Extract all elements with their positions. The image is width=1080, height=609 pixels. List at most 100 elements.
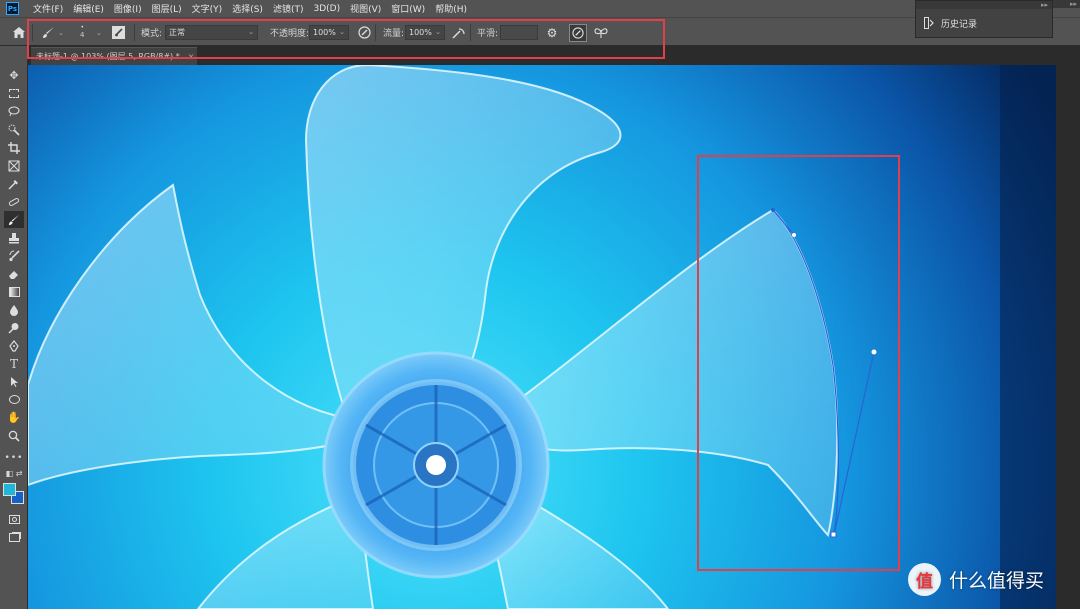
lasso-tool[interactable] <box>4 103 24 120</box>
brush-size-value: 4 <box>80 31 85 39</box>
dodge-tool[interactable] <box>4 319 24 336</box>
menu-file[interactable]: 文件(F) <box>28 2 68 15</box>
blur-tool[interactable] <box>4 301 24 318</box>
marquee-icon <box>9 89 19 98</box>
menu-select[interactable]: 选择(S) <box>227 2 268 15</box>
watermark-badge-text: 值 <box>916 572 933 592</box>
healing-icon <box>8 197 20 206</box>
hand-icon: ✋ <box>7 411 21 424</box>
clone-stamp-tool[interactable] <box>4 229 24 246</box>
pen-icon <box>9 339 19 352</box>
mode-select[interactable]: 正常 ⌄ <box>165 25 258 40</box>
quick-selection-tool[interactable] <box>4 121 24 138</box>
canvas-pasteboard <box>1056 65 1080 609</box>
smoothing-options-button[interactable]: ⚙ <box>544 18 560 47</box>
type-tool[interactable]: T <box>4 355 24 372</box>
marquee-tool[interactable] <box>4 85 24 102</box>
history-brush-tool[interactable] <box>4 247 24 264</box>
screen-mode-button[interactable] <box>4 529 24 546</box>
pressure-opacity-toggle[interactable] <box>356 18 372 47</box>
symmetry-button[interactable] <box>593 18 609 47</box>
chevron-down-icon: ⌄ <box>58 28 64 37</box>
default-colors-button[interactable]: ◧ ⇄ <box>4 467 24 479</box>
panel-dock-strip[interactable]: ▸▸ <box>1053 0 1080 8</box>
chevron-down-icon: ⌄ <box>435 28 441 36</box>
menu-type[interactable]: 文字(Y) <box>187 2 228 15</box>
brush-size-picker[interactable]: • 4 <box>80 18 84 47</box>
shape-tool[interactable] <box>4 391 24 408</box>
blur-icon <box>10 304 18 316</box>
pressure-pen-icon <box>356 25 372 41</box>
eyedropper-icon <box>8 179 18 189</box>
screen-mode-icon <box>8 533 20 542</box>
shape-icon <box>8 395 20 404</box>
edit-toolbar-button[interactable]: ••• <box>4 449 24 466</box>
pen-tool[interactable] <box>4 337 24 354</box>
gear-icon: ⚙ <box>546 25 558 40</box>
document-tab-title: 未标题-1 @ 103% (图层 5, RGB/8#) * <box>36 52 180 61</box>
color-swatches[interactable] <box>3 483 25 505</box>
frame-tool[interactable] <box>4 157 24 174</box>
menu-help[interactable]: 帮助(H) <box>430 2 472 15</box>
menu-window[interactable]: 窗口(W) <box>386 2 430 15</box>
type-icon: T <box>9 356 18 371</box>
move-tool[interactable]: ✥ <box>4 67 24 84</box>
menu-layer[interactable]: 图层(L) <box>147 2 187 15</box>
crop-tool[interactable] <box>4 139 24 156</box>
gradient-tool[interactable] <box>4 283 24 300</box>
close-tab-icon[interactable]: × <box>188 52 195 61</box>
hand-tool[interactable]: ✋ <box>4 409 24 426</box>
path-selection-tool[interactable] <box>4 373 24 390</box>
zoom-tool[interactable] <box>4 427 24 444</box>
anchor-point-top <box>771 208 775 212</box>
chevron-down-icon: ⌄ <box>339 28 345 36</box>
quick-mask-button[interactable] <box>4 511 24 528</box>
brush-icon <box>8 214 20 225</box>
mode-label: 模式: <box>141 29 163 39</box>
brush-settings-toggle[interactable] <box>112 18 125 47</box>
stamp-icon <box>9 232 19 243</box>
brush-panel-icon <box>112 26 125 39</box>
history-tab[interactable]: 历史记录 <box>916 9 1052 37</box>
menu-view[interactable]: 视图(V) <box>345 2 386 15</box>
panel-collapse-button[interactable]: ▸▸ <box>916 1 1052 9</box>
pressure-size-toggle[interactable] <box>569 18 587 47</box>
history-icon <box>924 17 934 29</box>
chevron-down-icon[interactable]: ⌄ <box>96 29 102 37</box>
flow-value: 100% <box>409 28 432 37</box>
home-icon <box>11 25 27 41</box>
healing-brush-tool[interactable] <box>4 193 24 210</box>
lasso-icon <box>8 106 20 117</box>
document-canvas[interactable] <box>28 65 1056 609</box>
flow-input[interactable]: 100% ⌄ <box>405 25 445 40</box>
swap-colors-icon: ◧ ⇄ <box>5 468 23 478</box>
photoshop-logo: Ps <box>6 2 19 15</box>
anchor-point <box>830 531 837 538</box>
history-brush-icon <box>9 249 20 261</box>
history-tab-label: 历史记录 <box>941 19 978 30</box>
opacity-label: 不透明度: <box>270 29 310 39</box>
watermark: 值 什么值得买 <box>908 563 1044 596</box>
menu-edit[interactable]: 编辑(E) <box>68 2 109 15</box>
menu-3d[interactable]: 3D(D) <box>308 4 345 14</box>
fan-photo <box>28 65 1056 609</box>
pressure-size-icon <box>569 23 587 42</box>
smoothing-input[interactable] <box>500 25 538 40</box>
eraser-tool[interactable] <box>4 265 24 282</box>
path-select-icon <box>11 376 18 387</box>
opacity-value: 100% <box>313 28 336 37</box>
opacity-input[interactable]: 100% ⌄ <box>309 25 349 40</box>
home-button[interactable] <box>11 18 27 47</box>
flow-label: 流量: <box>383 29 405 39</box>
eraser-icon <box>9 270 18 279</box>
watermark-text: 什么值得买 <box>949 570 1045 592</box>
airbrush-toggle[interactable] <box>451 18 467 47</box>
menu-image[interactable]: 图像(I) <box>109 2 147 15</box>
eyedropper-tool[interactable] <box>4 175 24 192</box>
menu-filter[interactable]: 滤镜(T) <box>268 2 309 15</box>
document-tab[interactable]: 未标题-1 @ 103% (图层 5, RGB/8#) * × <box>31 47 197 65</box>
foreground-color-swatch[interactable] <box>3 483 16 496</box>
tool-preset-picker[interactable]: ⌄ <box>40 18 64 47</box>
move-icon: ✥ <box>9 69 19 82</box>
brush-tool[interactable] <box>4 211 24 228</box>
